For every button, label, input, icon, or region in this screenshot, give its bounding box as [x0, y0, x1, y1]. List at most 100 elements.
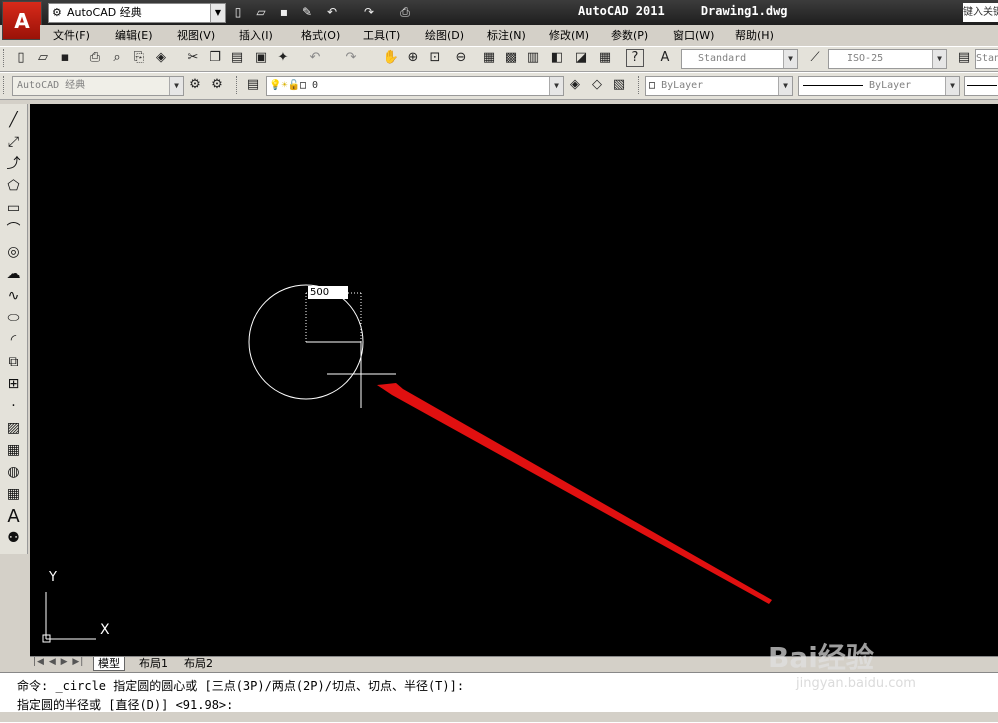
match-properties-icon[interactable]: ▣ — [252, 49, 270, 67]
rectangle-icon[interactable]: ▭ — [3, 198, 24, 219]
menu-parametric[interactable]: 参数(P) — [611, 27, 648, 43]
workspace-toolbar-dropdown[interactable]: AutoCAD 经典 ▼ — [12, 76, 184, 96]
ellipse-arc-icon[interactable]: ◜ — [3, 330, 24, 351]
table-style-dropdown[interactable]: Standard — [975, 49, 998, 69]
region-icon[interactable]: ◍ — [3, 462, 24, 483]
toolbar-grip[interactable] — [3, 49, 7, 67]
chevron-down-icon[interactable]: ▼ — [169, 77, 183, 95]
gear-icon[interactable]: ⚙ — [186, 76, 204, 94]
3d-dwf-icon[interactable]: ◈ — [152, 49, 170, 67]
tab-layout1[interactable]: 布局1 — [135, 657, 172, 670]
text-style-dropdown[interactable]: Standard ▼ — [681, 49, 798, 69]
plot-icon[interactable]: ⎙ — [396, 4, 414, 21]
tab-navigation-arrows[interactable]: |◀ ◀ ▶ ▶| — [33, 657, 84, 667]
menu-tools[interactable]: 工具(T) — [363, 27, 400, 43]
menu-view[interactable]: 视图(V) — [177, 27, 215, 43]
construction-line-icon[interactable]: ⤢ — [3, 132, 24, 153]
color-dropdown[interactable]: □ ByLayer ▼ — [645, 76, 793, 96]
gradient-icon[interactable]: ▦ — [3, 440, 24, 461]
menu-help[interactable]: 帮助(H) — [735, 27, 774, 43]
design-center-icon[interactable]: ▩ — [502, 49, 520, 67]
layer-states-icon[interactable]: ▧ — [610, 76, 628, 94]
chevron-down-icon[interactable]: ▼ — [210, 4, 225, 22]
layer-properties-icon[interactable]: ▤ — [244, 76, 262, 94]
hatch-icon[interactable]: ▨ — [3, 418, 24, 439]
layer-previous-icon[interactable]: ◇ — [588, 76, 606, 94]
make-block-icon[interactable]: ⊞ — [3, 374, 24, 395]
table-icon[interactable]: ▦ — [3, 484, 24, 505]
application-menu-button[interactable]: A — [2, 1, 42, 40]
multiline-text-icon[interactable]: A — [3, 506, 24, 527]
chevron-down-icon[interactable]: ▼ — [932, 50, 946, 68]
point-icon[interactable]: · — [3, 396, 24, 417]
menu-dimension[interactable]: 标注(N) — [487, 27, 526, 43]
zoom-realtime-icon[interactable]: ⊕ — [404, 49, 422, 67]
toolbar-grip[interactable] — [236, 76, 240, 94]
saveas-icon[interactable]: ✎ — [298, 4, 316, 21]
revision-cloud-icon[interactable]: ☁ — [3, 264, 24, 285]
menu-format[interactable]: 格式(O) — [301, 27, 340, 43]
tab-model[interactable]: 模型 — [93, 657, 125, 671]
insert-block-icon[interactable]: ⧉ — [3, 352, 24, 373]
undo-icon[interactable]: ↶ — [323, 4, 341, 21]
lineweight-dropdown[interactable] — [964, 76, 998, 96]
new-icon[interactable]: ▯ — [12, 49, 30, 67]
circle-icon[interactable]: ◎ — [3, 242, 24, 263]
paste-icon[interactable]: ▤ — [228, 49, 246, 67]
save-icon[interactable]: ▪ — [56, 49, 74, 67]
chevron-down-icon[interactable]: ▼ — [549, 77, 563, 95]
line-icon[interactable]: ╱ — [3, 110, 24, 131]
menu-edit[interactable]: 编辑(E) — [115, 27, 153, 43]
tab-layout2[interactable]: 布局2 — [180, 657, 217, 670]
new-icon[interactable]: ▯ — [229, 4, 247, 21]
block-editor-icon[interactable]: ✦ — [274, 49, 292, 67]
undo-icon[interactable]: ↶ — [306, 49, 324, 67]
cut-icon[interactable]: ✂ — [184, 49, 202, 67]
markup-icon[interactable]: ◪ — [572, 49, 590, 67]
ellipse-icon[interactable]: ⬭ — [3, 308, 24, 329]
drawing-canvas[interactable]: 500 Y X — [30, 104, 998, 656]
redo-icon[interactable]: ↷ — [360, 4, 378, 21]
calculator-icon[interactable]: ▦ — [596, 49, 614, 67]
properties-icon[interactable]: ▦ — [480, 49, 498, 67]
layer-dropdown[interactable]: 💡☀🔓□ 0 ▼ — [266, 76, 564, 96]
workspace-dropdown[interactable]: ⚙ AutoCAD 经典 ▼ — [48, 3, 226, 23]
add-selected-icon[interactable]: ⚉ — [3, 528, 24, 549]
dim-style-dropdown[interactable]: ISO-25 ▼ — [828, 49, 947, 69]
sheet-set-icon[interactable]: ◧ — [548, 49, 566, 67]
toolbar-grip[interactable] — [638, 76, 642, 94]
open-icon[interactable]: ▱ — [252, 4, 270, 21]
toolbar-grip[interactable] — [3, 76, 7, 94]
tool-palettes-icon[interactable]: ▥ — [524, 49, 542, 67]
chevron-down-icon[interactable]: ▼ — [778, 77, 792, 95]
zoom-previous-icon[interactable]: ⊖ — [452, 49, 470, 67]
menu-modify[interactable]: 修改(M) — [549, 27, 589, 43]
command-prompt-line[interactable]: 指定圆的半径或 [直径(D)] <91.98>: — [17, 696, 233, 713]
help-icon[interactable]: ? — [626, 49, 644, 67]
publish-icon[interactable]: ⎘ — [130, 49, 148, 67]
menu-window[interactable]: 窗口(W) — [673, 27, 714, 43]
copy-icon[interactable]: ❐ — [206, 49, 224, 67]
polygon-icon[interactable]: ⬠ — [3, 176, 24, 197]
menu-insert[interactable]: 插入(I) — [239, 27, 273, 43]
zoom-window-icon[interactable]: ⊡ — [426, 49, 444, 67]
linetype-dropdown[interactable]: ByLayer ▼ — [798, 76, 960, 96]
table-style-icon[interactable]: ▤ — [955, 49, 973, 67]
text-style-icon[interactable]: A — [656, 49, 674, 67]
polyline-icon[interactable]: ⤴ — [3, 154, 24, 175]
menu-draw[interactable]: 绘图(D) — [425, 27, 464, 43]
search-input[interactable]: 键入关键字或短语 — [963, 3, 998, 22]
open-icon[interactable]: ▱ — [34, 49, 52, 67]
chevron-down-icon[interactable]: ▼ — [945, 77, 959, 95]
redo-icon[interactable]: ↷ — [342, 49, 360, 67]
save-icon[interactable]: ▪ — [275, 4, 293, 21]
dim-style-icon[interactable]: ⟋ — [806, 49, 824, 67]
plot-icon[interactable]: ⎙ — [86, 49, 104, 67]
menu-file[interactable]: 文件(F) — [53, 27, 90, 43]
chevron-down-icon[interactable]: ▼ — [783, 50, 797, 68]
make-current-layer-icon[interactable]: ◈ — [566, 76, 584, 94]
pan-icon[interactable]: ✋ — [382, 49, 400, 67]
dynamic-input-field[interactable]: 500 — [308, 286, 348, 299]
spline-icon[interactable]: ∿ — [3, 286, 24, 307]
plot-preview-icon[interactable]: ⌕ — [108, 49, 126, 67]
